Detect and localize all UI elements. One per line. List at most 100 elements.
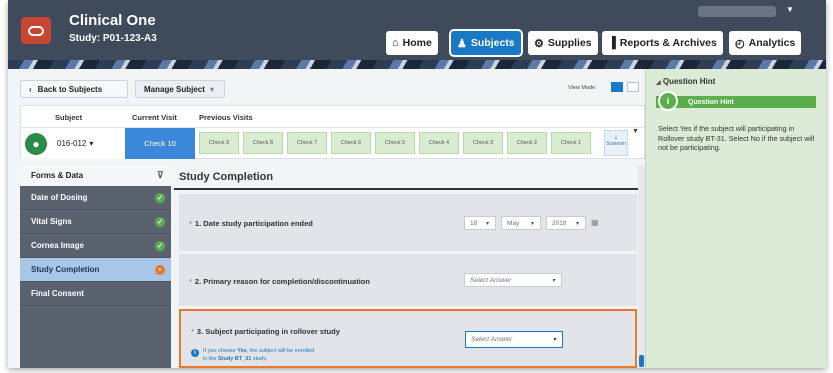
user-name-redacted[interactable] [698,6,776,17]
info-text: , the subject will be enrolled [246,348,315,354]
previous-visit-tab[interactable]: Check 5 [375,132,415,154]
home-icon: ⌂ [392,37,399,49]
current-visit-tab[interactable]: Check 10 [125,128,195,159]
chevron-down-icon: ▾ [530,220,534,227]
forms-sidebar: Forms & Data ⊽ Date of Dosing ✓ Vital Si… [20,165,171,368]
form-item-label: Study Completion [31,265,100,274]
subjects-icon: ♟ [457,37,467,50]
view-mode-label: View Mode: [568,85,597,91]
question-3: * 3. Subject participating in rollover st… [179,309,637,368]
rollover-select[interactable]: Select Answer ▾ [465,331,563,348]
chevron-down-icon: ▾ [552,337,556,343]
question-1-label: * 1. Date study participation ended [189,219,313,228]
view-mode-grid-icon[interactable] [611,82,623,92]
info-study-name: Study BT_31 [217,356,252,362]
collapse-triangle-icon: ◢ [656,80,661,86]
info-icon: i [191,349,199,357]
manage-subject-button[interactable]: Manage Subject ▾ [135,80,225,98]
reason-select[interactable]: Select Answer ▾ [464,273,562,287]
scrollbar[interactable] [638,165,645,368]
hint-panel-title[interactable]: ◢ Question Hint [656,77,715,86]
complete-check-icon: ✓ [155,241,165,251]
chevron-down-icon: ▾ [575,220,579,227]
previous-visit-tab[interactable]: Check 4 [419,132,459,154]
manage-button-label: Manage Subject [144,84,205,94]
previous-visit-tab[interactable]: Check 1 [551,132,591,154]
user-menu-caret-icon[interactable]: ▼ [786,5,794,14]
previous-visit-tab[interactable]: Check 3 [463,132,503,154]
previous-visit-tab[interactable]: Check 9 [199,132,239,154]
info-text: If you choose [203,348,238,354]
hint-info-icon: i [658,91,678,111]
rollover-placeholder: Select Answer [471,336,513,343]
forms-header: Forms & Data ⊽ [20,165,171,186]
form-item-date-of-dosing[interactable]: Date of Dosing ✓ [20,186,171,210]
app-header: Clinical One Study: P01-123-A3 ▼ ⌂ Home … [8,0,826,60]
scrollbar-thumb[interactable] [639,355,644,367]
previous-visit-tab[interactable]: Check 8 [243,132,283,154]
previous-visits-list: Check 9 Check 8 Check 7 Check 6 Check 5 … [199,132,591,154]
chevron-left-icon: ‹ [29,84,32,94]
hint-text: Select Yes if the subject will participa… [658,124,815,152]
year-select[interactable]: 2018 ▾ [546,216,586,230]
chevron-down-icon: ▾ [551,277,555,284]
question-2: * 2. Primary reason for completion/discon… [179,254,637,306]
info-yes: Yes [237,348,247,354]
app-window: Clinical One Study: P01-123-A3 ▼ ⌂ Home … [8,0,826,368]
subject-selector[interactable]: ● 016-012 ▾ [21,128,125,159]
subject-toolbar: ‹ Back to Subjects Manage Subject ▾ View… [20,79,639,101]
month-value: May [507,219,520,227]
reports-icon: ▐ [608,37,616,49]
avatar: ● [25,132,47,155]
reason-placeholder: Select Answer [470,276,512,284]
nav-home-label: Home [402,37,432,49]
screening-label: Screenin [606,141,626,147]
form-item-study-completion[interactable]: Study Completion • [20,258,171,282]
study-label: Study: P01-123-A3 [69,33,157,44]
nav-analytics-label: Analytics [748,37,796,49]
form-item-label: Vital Signs [31,217,72,226]
back-button-label: Back to Subjects [37,84,103,94]
form-item-final-consent[interactable]: Final Consent [20,282,171,306]
form-item-label: Cornea Image [31,241,84,250]
nav-subjects-label: Subjects [470,37,515,49]
year-value: 2018 [552,219,567,227]
visits-panel: Subject Current Visit Previous Visits ● … [20,105,645,159]
previous-visit-tab[interactable]: Check 7 [287,132,327,154]
info-text: in the [203,356,218,362]
day-value: 18 [470,219,478,227]
chevron-down-icon: ▾ [485,220,489,227]
nav-analytics[interactable]: ◴ Analytics [729,31,802,55]
previous-visit-tab[interactable]: Check 6 [331,132,371,154]
question-2-text: 2. Primary reason for completion/discont… [194,277,370,286]
month-select[interactable]: May ▾ [501,216,541,230]
chevron-down-icon: ▾ [89,139,94,148]
main-area: ‹ Back to Subjects Manage Subject ▾ View… [8,69,645,368]
view-mode-list-icon[interactable] [627,82,639,92]
nav-home[interactable]: ⌂ Home [386,31,438,55]
visits-scroll-caret-icon[interactable]: ▼ [632,128,639,135]
info-text: study. [251,356,268,362]
complete-check-icon: ✓ [155,193,165,203]
analytics-icon: ◴ [735,37,745,50]
previous-visit-tab[interactable]: Check 2 [507,132,547,154]
previous-visits-header: Previous Visits [199,113,253,122]
nav-reports[interactable]: ▐ Reports & Archives [602,31,723,55]
current-visit-header: Current Visit [132,113,177,122]
screening-visit-tab[interactable]: ⇣ Screenin [604,130,628,156]
form-item-cornea-image[interactable]: Cornea Image ✓ [20,234,171,258]
question-3-label: * 3. Subject participating in rollover st… [191,327,340,336]
nav-subjects[interactable]: ♟ Subjects [449,29,523,57]
subject-id: 016-012 [57,139,87,148]
app-title: Clinical One [69,12,156,29]
calendar-icon[interactable]: ▦ [591,218,599,227]
complete-check-icon: ✓ [155,217,165,227]
hint-bar: Question Hint [656,96,816,108]
back-to-subjects-button[interactable]: ‹ Back to Subjects [20,80,128,98]
day-select[interactable]: 18 ▾ [464,216,496,230]
filter-icon[interactable]: ⊽ [157,170,164,181]
oracle-logo-icon[interactable] [21,17,51,44]
nav-supplies[interactable]: ⚙ Supplies [528,31,598,55]
nav-supplies-label: Supplies [547,37,592,49]
form-item-vital-signs[interactable]: Vital Signs ✓ [20,210,171,234]
